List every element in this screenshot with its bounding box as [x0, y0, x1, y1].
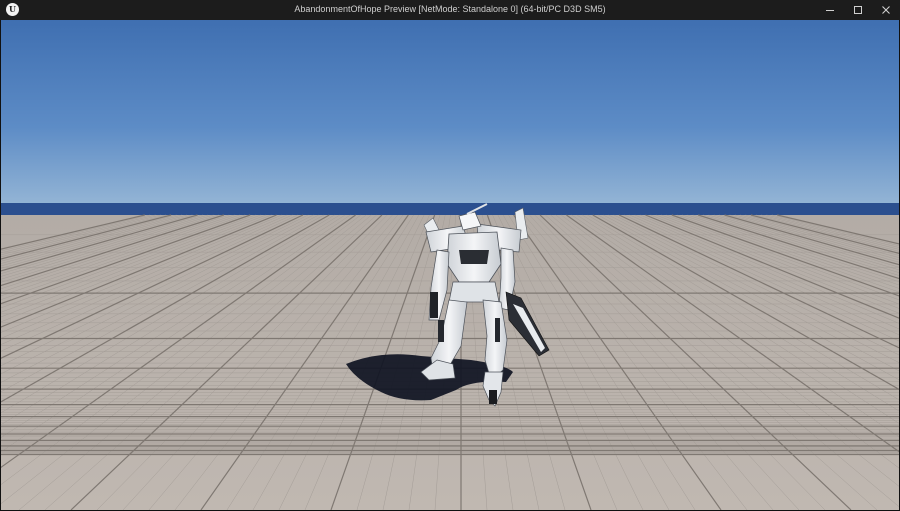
minimize-icon: [826, 10, 834, 11]
sky: [1, 20, 899, 215]
maximize-icon: [854, 6, 862, 14]
window-titlebar[interactable]: U AbandonmentOfHope Preview [NetMode: St…: [0, 0, 900, 20]
close-button[interactable]: [872, 0, 900, 20]
window-title: AbandonmentOfHope Preview [NetMode: Stan…: [294, 4, 606, 14]
maximize-button[interactable]: [844, 0, 872, 20]
game-window: U AbandonmentOfHope Preview [NetMode: St…: [0, 0, 900, 511]
window-controls: [816, 0, 900, 20]
horizon: [1, 203, 899, 215]
close-icon: [882, 6, 890, 14]
game-viewport[interactable]: [1, 20, 899, 510]
minimize-button[interactable]: [816, 0, 844, 20]
scene-render: [1, 20, 899, 510]
